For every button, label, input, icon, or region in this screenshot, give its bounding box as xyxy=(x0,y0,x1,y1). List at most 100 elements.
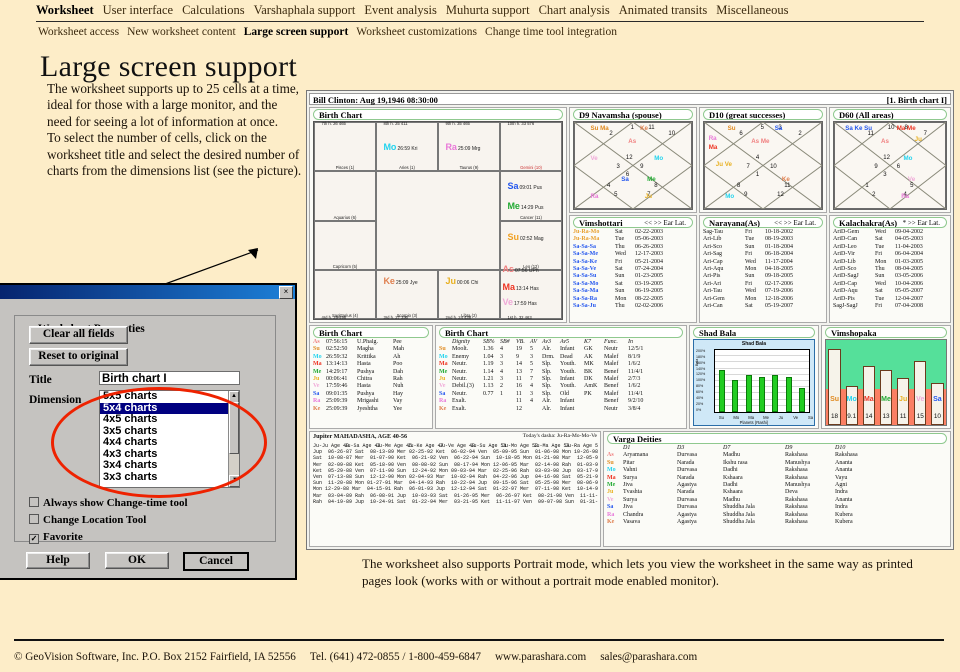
planet-code: Ke xyxy=(607,519,615,526)
dasha-row: Sa-Sa-Ve Sat 07-24-2004 xyxy=(573,266,693,273)
deity-value: Ikshu rasa xyxy=(723,459,748,466)
primary-nav[interactable]: Worksheet User interface Calculations Varsh… xyxy=(36,3,936,21)
scroll-thumb[interactable] xyxy=(229,402,239,454)
planet-code: Me xyxy=(439,368,448,375)
rashi-cell[interactable]: Pisces (1) xyxy=(314,122,376,172)
planet-code: Mo xyxy=(313,353,322,360)
cell-varga-deities[interactable]: Varga Deities D1 D3 D7 D9 D10 As Aryamana Durva… xyxy=(603,431,951,547)
cell-d60[interactable]: D60 (All areas) 10 11 8 7 12 9 6 3 1 2 4 5 Sa Ke Su M… xyxy=(829,107,951,213)
reset-to-original-button[interactable]: Reset to original xyxy=(29,348,128,366)
nav-item-5[interactable]: Muhurta support xyxy=(446,3,530,17)
planet-Ra: Ra xyxy=(708,135,717,143)
planet-pada: Vay xyxy=(393,398,403,405)
ok-button[interactable]: OK xyxy=(105,552,169,569)
dimension-option-7[interactable]: 3x3 charts xyxy=(100,471,228,484)
rashi-cell[interactable]: Leo (12) xyxy=(500,220,562,270)
checkbox-favorite[interactable]: ✓ Favorite xyxy=(29,531,83,544)
column-header: D1 xyxy=(623,445,631,451)
cell-kalachakra[interactable]: * >> Ear Lat. Kalachakra(As) AriD-Gem Wed 0… xyxy=(829,215,951,323)
rashi-cell[interactable]: Capricorn (5) xyxy=(314,220,376,270)
rashi-cell[interactable]: Sagittarius (4) xyxy=(314,269,376,319)
help-button[interactable]: Help xyxy=(26,552,90,569)
rashi-cell[interactable] xyxy=(500,269,562,319)
clear-all-fields-button[interactable]: Clear all fields xyxy=(29,326,128,344)
subnav-item-2[interactable]: Large screen support xyxy=(244,26,349,38)
nav-item-0[interactable]: Worksheet xyxy=(36,3,94,17)
cell-birth-table-1[interactable]: Birth Chart As 07:56:15 U.Phalg. Pee Su 02:52… xyxy=(309,325,433,429)
varga-row: Sa Jiva Durvasa Shuddha Jala Rakshasa Indra xyxy=(607,504,947,511)
deity-value: Dadhi xyxy=(723,482,738,489)
dimension-option-4[interactable]: 4x4 charts xyxy=(100,436,228,449)
title-input[interactable]: Birth chart I xyxy=(99,371,240,385)
dasha-row: Ari-Tau Wed 07-19-2006 xyxy=(703,288,823,295)
nav-item-1[interactable]: User interface xyxy=(103,3,173,17)
cell-shad-bala[interactable]: Shad Bala Shad Bala Bala 0% 20% 40% 60% 80% 100… xyxy=(689,325,819,429)
deity-value: Vahni xyxy=(623,467,637,474)
secondary-nav[interactable]: Worksheet access New worksheet content Lar… xyxy=(38,26,938,42)
nav-item-7[interactable]: Animated transits xyxy=(619,3,708,17)
dasha-date: 09-04-2002 xyxy=(895,229,923,235)
house-label-top: 9th h. 35 465 xyxy=(445,121,470,127)
rashi-cell[interactable]: Gemini (10) xyxy=(500,122,562,172)
cell-birth-table-2[interactable]: Birth Chart Dignity SB% SB# VB. AV Av3 Av5 K7 Fu… xyxy=(435,325,687,429)
dialog-titlebar[interactable]: × xyxy=(0,285,295,299)
subnav-item-1[interactable]: New worksheet content xyxy=(127,26,236,38)
planet-Sa: Sa xyxy=(621,175,629,183)
cancel-button[interactable]: Cancel xyxy=(183,552,249,571)
cell-vimshopaka[interactable]: Vimshopaka Su 18 Mo 9.1 Ma 14 Me 13 Ju 11 Ve 15 Sa 10 xyxy=(821,325,951,429)
mahadasha-title: Jupiter MAHADASHA, AGE 40-56 xyxy=(313,433,408,440)
cell-mahadasha[interactable]: Today's dasha: Ju-Ra-Mo-Mo-Ve Jupiter MA… xyxy=(309,431,601,547)
dimension-listbox[interactable]: 5x5 charts 5x4 charts 4x5 charts 3x5 charts… xyxy=(99,390,240,488)
cell-title-right[interactable]: * >> Ear Lat. xyxy=(903,218,940,227)
cell-title-right[interactable]: << >> Ear Lat. xyxy=(644,218,686,227)
subnav-item-4[interactable]: Change time tool integration xyxy=(485,26,617,38)
mahadasha-line: Mon 12-29-88 Mar 04-15-91 Rah 06-01-93 J… xyxy=(313,486,598,493)
cell-narayana[interactable]: << >> Ear Lat. Narayana(As) Sag-Tau Fri 10-… xyxy=(699,215,827,323)
subnav-item-3[interactable]: Worksheet customizations xyxy=(356,26,477,38)
dimension-option-0[interactable]: 5x5 charts xyxy=(100,391,228,403)
close-icon[interactable]: × xyxy=(279,286,293,299)
deity-value: Manushya xyxy=(785,482,810,489)
checkbox-change-location-tool[interactable]: Change Location Tool xyxy=(29,514,146,526)
cell-value: Slp. xyxy=(542,390,552,397)
nav-item-4[interactable]: Event analysis xyxy=(364,3,437,17)
cell-birth-chart-square[interactable]: Birth Chart Pisces (1) Aries (1) Taurus … xyxy=(309,107,567,323)
footer-part-2[interactable]: www.parashara.com xyxy=(495,651,586,663)
nav-item-3[interactable]: Varshaphala support xyxy=(254,3,356,17)
dasha-date: 05-06-2003 xyxy=(635,236,663,243)
varga-row: Mo Vahni Durvasa Dadhi Rakshasa Ananta xyxy=(607,467,947,474)
cell-title: Varga Deities xyxy=(607,433,947,444)
planet-Sa: Sa xyxy=(774,124,783,132)
varga-row: Ve Surya Durvasa Madhu Rakshasa Ananta xyxy=(607,497,947,504)
cell-d10[interactable]: D10 (great successes) 5 6 3 2 4 7 10 1 8 9 12 11 Su S… xyxy=(699,107,827,213)
cell-d9-navamsha[interactable]: D9 Navamsha (spouse) 1 2 11 10 12 3 9 6 4 5 7 8 Su M… xyxy=(569,107,697,213)
dasha-date: 05-19-2007 xyxy=(765,303,793,310)
planet-row: As 07:56:15 U.Phalg. Pee xyxy=(313,339,429,346)
checkbox-always-show-change-time-tool[interactable]: Always show Change-time tool xyxy=(29,497,188,509)
dimension-option-6[interactable]: 3x4 charts xyxy=(100,459,228,472)
cell-value: 4 xyxy=(530,398,533,405)
rashi-cell[interactable]: Aquarius (6) xyxy=(314,171,376,221)
planet-Ju-Ve: Ju Ve xyxy=(715,161,732,169)
rashi-sign-label: Taurus (9) xyxy=(459,165,479,171)
listbox-scrollbar[interactable]: ▲ ▼ xyxy=(228,391,239,487)
scroll-down-icon[interactable]: ▼ xyxy=(229,475,239,487)
varga-row: Su Pitar Narada Ikshu rasa Manushya Ananta xyxy=(607,460,947,467)
rashi-cell[interactable]: Cancer (11) xyxy=(500,171,562,221)
subnav-item-0[interactable]: Worksheet access xyxy=(38,26,119,38)
cell-vimshottari[interactable]: << >> Ear Lat. Vimshottari Ju-Ra-Mo Sat 02-… xyxy=(569,215,697,323)
lead-paragraph: The worksheet supports up to 25 cells at… xyxy=(47,81,302,179)
cell-title-right[interactable]: << >> Ear Lat. xyxy=(774,218,816,227)
cell-value: 4 xyxy=(530,383,533,390)
dasha-day: Fri xyxy=(745,229,753,235)
dasha-row: Sa-Sa-Ma Sun 06-19-2005 xyxy=(573,288,693,295)
nav-item-8[interactable]: Miscellaneous xyxy=(716,3,788,17)
nav-item-2[interactable]: Calculations xyxy=(182,3,245,17)
planet-code: Su xyxy=(607,459,614,466)
dimension-option-2[interactable]: 4x5 charts xyxy=(100,413,228,426)
nav-item-6[interactable]: Chart analysis xyxy=(539,3,610,17)
planet-Mo: Mo26:59 Kri xyxy=(383,141,418,152)
deity-value: Kshaara xyxy=(723,489,743,496)
worksheet-properties-dialog[interactable]: × Worksheet Properties Clear all fields … xyxy=(0,283,297,580)
footer-part-3[interactable]: sales@parashara.com xyxy=(600,651,697,663)
